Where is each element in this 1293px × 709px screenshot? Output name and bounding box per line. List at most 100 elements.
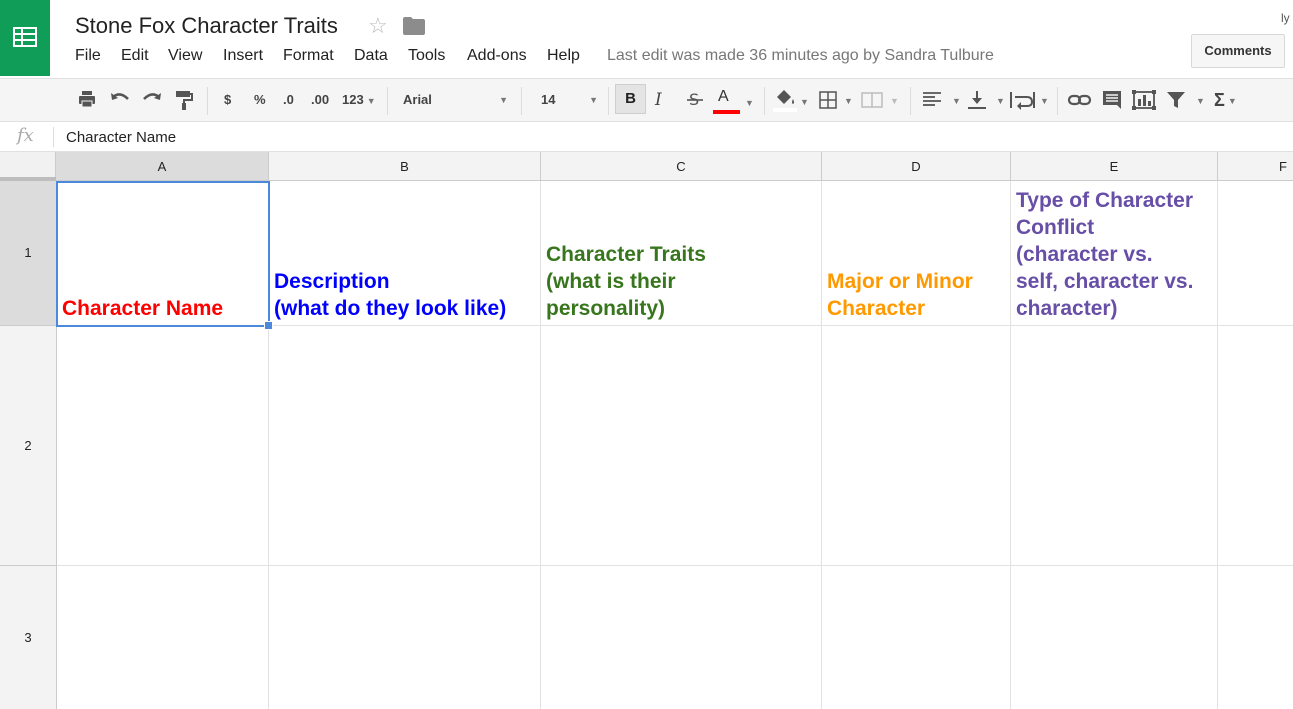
title-bar: Stone Fox Character Traits ☆ File Edit V… <box>0 0 1293 78</box>
row-header-3[interactable]: 3 <box>0 566 57 709</box>
paint-format-icon[interactable] <box>174 89 194 111</box>
functions-dropdown[interactable]: Σ ▼ <box>1214 89 1237 111</box>
more-formats-dropdown[interactable]: 123 ▼ <box>342 89 376 111</box>
row-header-2[interactable]: 2 <box>0 326 57 566</box>
text-wrap-icon[interactable]: ▼ <box>1009 89 1051 111</box>
horizontal-align-icon[interactable]: ▼ <box>921 89 961 111</box>
text-color-swatch <box>713 110 740 114</box>
toolbar-divider <box>1057 87 1058 115</box>
menu-add-ons[interactable]: Add-ons <box>467 47 527 65</box>
chevron-down-icon: ▼ <box>499 95 508 105</box>
spreadsheet-grid: A B C D E F 1 2 3 Character Name Descrip… <box>0 152 1293 709</box>
chevron-down-icon: ▼ <box>1227 96 1237 107</box>
cell-d1[interactable]: Major or Minor Character <box>822 181 1010 325</box>
gridline <box>1217 181 1218 709</box>
formula-bar: fx Character Name <box>0 122 1293 152</box>
row-header-1[interactable]: 1 <box>0 181 57 326</box>
insert-comment-icon[interactable] <box>1101 89 1123 111</box>
cell-text-line: Character Traits <box>546 243 706 266</box>
column-header-c[interactable]: C <box>541 152 822 181</box>
vertical-align-icon[interactable]: ▼ <box>966 89 1006 111</box>
gridline <box>57 565 1293 566</box>
menu-view[interactable]: View <box>168 47 202 65</box>
chevron-down-icon: ▼ <box>745 98 754 108</box>
undo-icon[interactable] <box>109 89 131 111</box>
print-icon[interactable] <box>77 89 97 111</box>
cell-text-line: (what is their <box>546 270 676 293</box>
filter-icon[interactable]: ▼ <box>1166 89 1206 111</box>
italic-button[interactable]: I <box>655 89 662 111</box>
sheets-logo-icon[interactable] <box>0 0 50 76</box>
fill-color-icon[interactable]: ▼ <box>773 89 809 112</box>
toolbar-divider <box>207 87 208 115</box>
font-family-dropdown[interactable]: Arial ▼ <box>403 89 508 111</box>
menu-edit[interactable]: Edit <box>121 47 149 65</box>
merge-cells-icon[interactable]: ▼ <box>860 89 900 111</box>
decrease-decimal-button[interactable]: .0 <box>283 89 294 111</box>
cell-text-line: (character vs. <box>1016 243 1153 266</box>
row-number: 2 <box>24 437 32 453</box>
last-edit-link[interactable]: Last edit was made 36 minutes ago by San… <box>607 47 994 65</box>
bold-button[interactable]: B <box>615 84 646 114</box>
svg-text:▼: ▼ <box>890 96 899 106</box>
cell-text-line: Description <box>274 270 390 293</box>
svg-text:▼: ▼ <box>800 97 809 107</box>
menu-insert[interactable]: Insert <box>223 47 263 65</box>
svg-text:▼: ▼ <box>1040 96 1049 106</box>
cell-text-line: Type of Character <box>1016 189 1193 212</box>
user-account[interactable]: ly <box>1281 11 1290 25</box>
percent-format-button[interactable]: % <box>254 89 266 111</box>
sigma-icon: Σ <box>1214 90 1225 110</box>
cell-b1[interactable]: Description (what do they look like) <box>269 181 540 325</box>
more-formats-label: 123 <box>342 92 364 107</box>
svg-text:▼: ▼ <box>996 96 1005 106</box>
gridline <box>57 325 1293 326</box>
formula-input[interactable]: Character Name <box>66 129 176 146</box>
column-header-e[interactable]: E <box>1011 152 1218 181</box>
cell-text-line: self, character vs. <box>1016 270 1194 293</box>
chevron-down-icon: ▼ <box>589 95 598 105</box>
toolbar-divider <box>764 87 765 115</box>
menu-tools[interactable]: Tools <box>408 47 445 65</box>
row-number: 3 <box>24 629 32 645</box>
column-header-f[interactable]: F <box>1218 152 1293 181</box>
borders-icon[interactable]: ▼ <box>818 89 854 111</box>
increase-decimal-button[interactable]: .00 <box>311 89 329 111</box>
formula-bar-divider <box>53 127 54 147</box>
menu-data[interactable]: Data <box>354 47 388 65</box>
menu-help[interactable]: Help <box>547 47 580 65</box>
cell-text-line: Character <box>827 297 926 320</box>
insert-chart-icon[interactable] <box>1131 89 1157 111</box>
row-number: 1 <box>24 245 32 260</box>
toolbar-divider <box>910 87 911 115</box>
cell-e1[interactable]: Type of Character Conflict (character vs. s… <box>1011 181 1217 325</box>
toolbar-divider <box>387 87 388 115</box>
cell-c1[interactable]: Character Traits (what is their personalit… <box>541 181 821 325</box>
svg-text:▼: ▼ <box>1196 96 1205 106</box>
column-header-b[interactable]: B <box>269 152 541 181</box>
currency-format-button[interactable]: $ <box>224 89 231 111</box>
fx-icon: fx <box>17 125 34 146</box>
document-title[interactable]: Stone Fox Character Traits <box>75 13 338 39</box>
comments-button[interactable]: Comments <box>1191 34 1285 68</box>
strikethrough-icon[interactable]: S <box>686 89 704 111</box>
folder-icon[interactable] <box>403 17 425 35</box>
menu-file[interactable]: File <box>75 47 101 65</box>
font-family-value: Arial <box>403 92 432 107</box>
cell-text-line: character) <box>1016 297 1118 320</box>
text-color-button[interactable]: A ▼ <box>713 88 754 114</box>
column-header-d[interactable]: D <box>822 152 1011 181</box>
menu-format[interactable]: Format <box>283 47 334 65</box>
column-header-a[interactable]: A <box>56 152 269 181</box>
toolbar: $ % .0 .00 123▼ Arial ▼ 14 ▼ I S A ▼ ▼ ▼… <box>0 78 1293 122</box>
toolbar-divider <box>608 87 609 115</box>
cell-text-line: personality) <box>546 297 666 320</box>
star-icon[interactable]: ☆ <box>368 13 388 39</box>
cell-a1[interactable]: Character Name <box>57 181 268 325</box>
font-size-dropdown[interactable]: 14 ▼ <box>541 89 598 111</box>
select-all-corner[interactable] <box>0 152 56 181</box>
insert-link-icon[interactable] <box>1068 89 1092 111</box>
redo-icon[interactable] <box>141 89 163 111</box>
cell-text-line: Major or Minor <box>827 270 973 293</box>
svg-text:▼: ▼ <box>952 96 961 106</box>
